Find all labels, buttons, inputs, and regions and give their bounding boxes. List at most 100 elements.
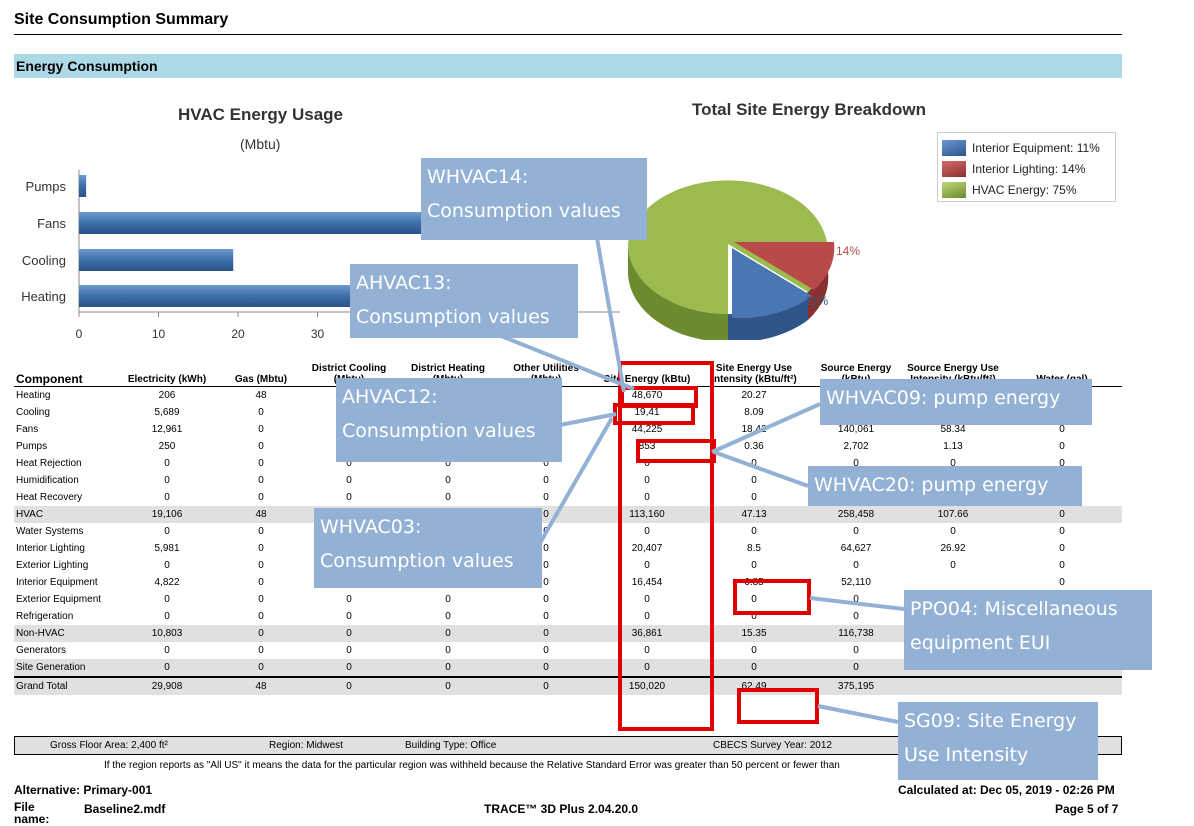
- table-cell: 0: [222, 659, 300, 677]
- callout-whvac14: WHVAC14: Consumption values: [421, 158, 647, 240]
- hvac-bar-pumps: [79, 175, 87, 197]
- table-row: Interior Lighting5,981000020,4078.564,62…: [14, 540, 1122, 557]
- table-cell: 0: [164, 475, 170, 486]
- table-cell: 0: [498, 625, 594, 642]
- table-cell: 0: [751, 645, 757, 656]
- hvac-tick-label: 10: [152, 327, 166, 341]
- table-cell: 0: [1059, 441, 1065, 452]
- hvac-category-label: Heating: [21, 289, 66, 304]
- table-cell: 0: [1059, 577, 1065, 588]
- callout-sg09: SG09: Site Energy Use Intensity: [898, 702, 1098, 780]
- row-label: Humidification: [16, 475, 79, 486]
- column-header: Gas (Mbtu): [222, 347, 300, 387]
- section-title: Energy Consumption: [16, 58, 158, 74]
- legend-swatch-equipment: [942, 140, 966, 156]
- callout-whvac03: WHVAC03: Consumption values: [314, 508, 542, 588]
- table-row: HVAC19,10648000113,16047.13258,458107.66…: [14, 506, 1122, 523]
- table-cell: 0: [543, 611, 549, 622]
- callout-ppo04: PPO04: Miscellaneous equipment EUI: [904, 590, 1152, 670]
- table-cell: 0: [258, 611, 264, 622]
- hvac-chart-unit: (Mbtu): [240, 136, 281, 152]
- table-cell: 29,908: [112, 676, 222, 695]
- table-cell: 0: [398, 625, 498, 642]
- table-cell: 0: [853, 560, 859, 571]
- table-cell: 0: [751, 475, 757, 486]
- table-cell: 0: [164, 458, 170, 469]
- table-cell: 0: [164, 526, 170, 537]
- table-cell: 2,702: [843, 441, 869, 452]
- table-cell: 0: [751, 526, 757, 537]
- table-cell: 0: [258, 407, 264, 418]
- title-divider: [14, 34, 1122, 35]
- table-cell: 0: [853, 611, 859, 622]
- legend-label: Interior Equipment: 11%: [972, 141, 1100, 155]
- table-cell: 0: [258, 560, 264, 571]
- calculated-at: Calculated at: Dec 05, 2019 - 02:26 PM: [898, 783, 1115, 797]
- row-label: Interior Equipment: [16, 577, 98, 588]
- table-cell: 0: [543, 492, 549, 503]
- alternative-label: Alternative: Primary-001: [14, 783, 153, 797]
- table-cell: 0: [853, 645, 859, 656]
- pie-legend: Interior Equipment: 11% Interior Lightin…: [937, 132, 1116, 202]
- legend-label: HVAC Energy: 75%: [972, 183, 1077, 197]
- table-cell: 0: [346, 645, 352, 656]
- table-cell: 5,981: [154, 543, 180, 554]
- table-row: Interior Equipment4,822000016,4546.8552,…: [14, 574, 1122, 591]
- highlight-interior-equipment-eui: [733, 579, 811, 615]
- table-cell: 0: [1059, 526, 1065, 537]
- table-cell: 10,803: [112, 625, 222, 642]
- table-cell: 0: [112, 659, 222, 677]
- table-cell: 0: [808, 659, 904, 677]
- table-cell: 375,195: [808, 676, 904, 695]
- table-cell: 0: [853, 526, 859, 537]
- table-cell: 0: [258, 526, 264, 537]
- pie-label-lighting: 14%: [836, 244, 860, 258]
- column-header: Component: [14, 347, 112, 387]
- table-cell: 0: [164, 492, 170, 503]
- table-cell: 0: [300, 676, 398, 695]
- building-type: Building Type: Office: [405, 740, 497, 751]
- row-label: Interior Lighting: [16, 543, 85, 554]
- table-cell: 116,738: [808, 625, 904, 642]
- hvac-bar-fans: [79, 212, 431, 234]
- hvac-category-label: Pumps: [26, 179, 67, 194]
- highlight-pumps-site-energy: [636, 439, 716, 463]
- table-cell: 0: [222, 625, 300, 642]
- table-cell: 0: [258, 543, 264, 554]
- table-cell: 0: [346, 475, 352, 486]
- table-cell: 0: [498, 676, 594, 695]
- table-cell: 0: [445, 611, 451, 622]
- region: Region: Midwest: [269, 740, 343, 751]
- table-cell: 0: [445, 475, 451, 486]
- table-cell: 0: [258, 645, 264, 656]
- row-label: Fans: [16, 424, 39, 435]
- table-cell: 0: [445, 594, 451, 605]
- table-cell: 0: [258, 441, 264, 452]
- table-cell: 0.36: [744, 441, 764, 452]
- table-cell: 64,627: [840, 543, 872, 554]
- column-header: Electricity (kWh): [112, 347, 222, 387]
- callout-ahvac13: AHVAC13: Consumption values: [350, 264, 578, 338]
- column-header: Site Energy Use Intensity (kBtu/ft²): [700, 347, 808, 387]
- table-cell: 0: [398, 659, 498, 677]
- table-cell: 0: [543, 594, 549, 605]
- hvac-tick-label: 0: [76, 327, 83, 341]
- table-cell: 0: [258, 424, 264, 435]
- table-cell: 0: [300, 625, 398, 642]
- row-label: Non-HVAC: [14, 625, 112, 642]
- table-cell: 18.42: [741, 424, 767, 435]
- table-cell: 250: [158, 441, 176, 452]
- table-cell: 0: [950, 526, 956, 537]
- legend-swatch-hvac: [942, 182, 966, 198]
- hvac-tick-label: 30: [311, 327, 325, 341]
- table-cell: 0: [751, 458, 757, 469]
- table-cell: 12,961: [151, 424, 183, 435]
- table-cell: 206: [158, 390, 176, 401]
- row-label: Water Systems: [16, 526, 84, 537]
- table-cell: 0: [1002, 506, 1122, 523]
- table-cell: 0: [1059, 560, 1065, 571]
- highlight-cooling-site-energy: [613, 403, 695, 425]
- table-cell: 107.66: [904, 506, 1002, 523]
- table-cell: 0: [346, 611, 352, 622]
- row-label: Cooling: [16, 407, 50, 418]
